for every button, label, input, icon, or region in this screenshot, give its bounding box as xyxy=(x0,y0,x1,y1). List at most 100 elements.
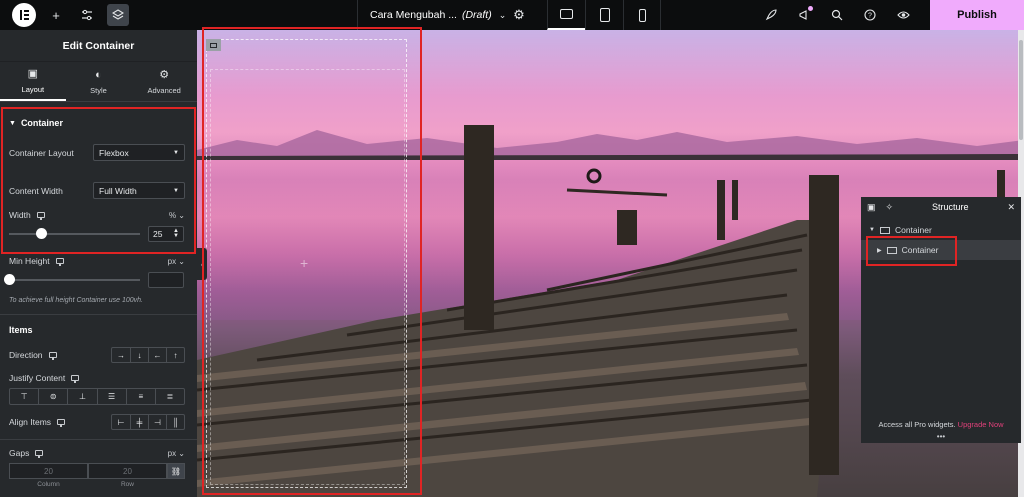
tablet-icon xyxy=(599,8,610,22)
justify-space-evenly-icon[interactable]: ≣ xyxy=(154,389,184,404)
align-items-label: Align Items xyxy=(9,417,52,427)
help-icon[interactable]: ? xyxy=(859,4,881,26)
pro-widgets-text: Access all Pro widgets. xyxy=(878,420,956,429)
page-settings-gear-icon[interactable]: ⚙ xyxy=(508,4,530,26)
structure-header: ▣ ✧ Structure ✕ xyxy=(861,197,1021,217)
items-section-title: Items xyxy=(9,325,33,335)
gap-column-input[interactable]: 20 xyxy=(9,463,88,479)
magic-sparkle-icon[interactable]: ✧ xyxy=(886,202,894,213)
highlight-box-structure-child xyxy=(866,236,957,266)
svg-text:?: ? xyxy=(868,13,872,20)
align-stretch-icon[interactable]: ║ xyxy=(166,415,184,429)
min-height-hint: To achieve full height Container use 100… xyxy=(9,297,143,304)
min-height-slider-thumb[interactable] xyxy=(4,274,15,285)
min-height-unit-select[interactable]: px ⌄ xyxy=(168,257,185,266)
justify-space-around-icon[interactable]: ≡ xyxy=(125,389,155,404)
publish-button[interactable]: Publish xyxy=(930,0,1024,30)
highlight-box-canvas-container xyxy=(202,27,422,495)
justify-center-icon[interactable]: ⊜ xyxy=(38,389,67,404)
desktop-responsive-icon[interactable] xyxy=(55,258,64,266)
justify-label-group: Justify Content xyxy=(9,373,80,383)
justify-start-icon[interactable]: ⊤ xyxy=(10,389,38,404)
min-height-number-input[interactable] xyxy=(148,272,184,288)
gaps-sub-labels: Column Row xyxy=(9,481,167,488)
panel-tabs: ▣ Layout ◐ Style ⚙ Advanced xyxy=(0,62,197,102)
tab-layout-label: Layout xyxy=(21,84,45,94)
elementor-logo-icon[interactable] xyxy=(12,3,36,27)
notifications-icon[interactable] xyxy=(793,4,815,26)
scrollbar-thumb[interactable] xyxy=(1019,40,1023,140)
justify-content-label: Justify Content xyxy=(9,373,66,383)
desktop-responsive-icon[interactable] xyxy=(35,450,44,458)
top-bar: + Cara Mengubah ... (Draft) ⌄ ⚙ ? Publis… xyxy=(0,0,1024,30)
structure-item-label: Container xyxy=(894,225,932,235)
justify-content-button-group: ⊤ ⊜ ⊥ ☰ ≡ ≣ xyxy=(9,388,185,405)
document-status: (Draft) xyxy=(461,9,492,21)
min-height-slider[interactable] xyxy=(4,274,140,285)
gaps-unit-select[interactable]: px ⌄ xyxy=(168,449,185,458)
direction-button-group: → ↓ ← ↑ xyxy=(111,347,185,363)
align-center-icon[interactable]: ╪ xyxy=(130,415,148,429)
right-toolbar: ? xyxy=(760,4,914,26)
mobile-view-button[interactable] xyxy=(623,0,661,30)
align-items-button-group: ⊢ ╪ ⊣ ║ xyxy=(111,414,185,430)
rocket-icon[interactable] xyxy=(760,4,782,26)
gaps-label-group: Gaps xyxy=(9,448,44,458)
search-icon[interactable] xyxy=(826,4,848,26)
tablet-view-button[interactable] xyxy=(585,0,623,30)
gap-row-label: Row xyxy=(120,481,134,488)
align-end-icon[interactable]: ⊣ xyxy=(148,415,166,429)
desktop-icon xyxy=(560,9,573,19)
caret-down-icon[interactable]: ▼ xyxy=(869,227,875,233)
direction-row-reverse-icon[interactable]: ← xyxy=(148,348,166,362)
divider xyxy=(0,439,197,440)
document-name: Cara Mengubah ... xyxy=(370,9,457,21)
structure-footer: Access all Pro widgets. Upgrade Now xyxy=(861,420,1021,429)
chevron-down-icon: ⌄ xyxy=(498,9,507,20)
justify-space-between-icon[interactable]: ☰ xyxy=(96,389,126,404)
panel-title: Edit Container xyxy=(0,30,197,62)
align-start-icon[interactable]: ⊢ xyxy=(112,415,130,429)
tab-advanced[interactable]: ⚙ Advanced xyxy=(131,62,197,101)
direction-label-group: Direction xyxy=(9,350,57,360)
link-values-icon[interactable]: ⛓ xyxy=(167,463,185,479)
style-icon: ◐ xyxy=(95,68,102,81)
tab-style-label: Style xyxy=(90,85,107,95)
min-height-label: Min Height xyxy=(9,256,50,266)
desktop-view-button[interactable] xyxy=(547,0,585,30)
gaps-label: Gaps xyxy=(9,448,30,458)
direction-column-icon[interactable]: ↓ xyxy=(130,348,148,362)
mobile-icon xyxy=(638,8,646,22)
gaps-inputs: 20 20 ⛓ xyxy=(9,463,185,479)
desktop-responsive-icon[interactable] xyxy=(48,352,57,360)
justify-end-icon[interactable]: ⊥ xyxy=(67,389,96,404)
tab-style[interactable]: ◐ Style xyxy=(66,62,132,101)
upgrade-now-link[interactable]: Upgrade Now xyxy=(958,420,1004,429)
desktop-responsive-icon[interactable] xyxy=(71,375,80,383)
more-dots[interactable]: ••• xyxy=(861,432,1021,441)
desktop-responsive-icon[interactable] xyxy=(57,419,66,427)
edit-panel: Edit Container ▣ Layout ◐ Style ⚙ Advanc… xyxy=(0,30,197,497)
layout-icon: ▣ xyxy=(27,67,39,80)
structure-panel: ▣ ✧ Structure ✕ ▼ Container ▶ Container … xyxy=(861,197,1021,443)
min-height-label-group: Min Height xyxy=(9,256,64,266)
container-icon xyxy=(879,226,890,234)
highlight-box-container-settings xyxy=(1,107,196,254)
notification-dot xyxy=(808,6,813,11)
gear-icon: ⚙ xyxy=(159,68,170,81)
align-items-label-group: Align Items xyxy=(9,417,66,427)
structure-title: Structure xyxy=(932,202,969,212)
site-settings-sliders-icon[interactable] xyxy=(76,4,98,26)
dock-panel-icon[interactable]: ▣ xyxy=(867,202,876,213)
direction-label: Direction xyxy=(9,350,43,360)
add-element-icon[interactable]: + xyxy=(45,4,67,26)
gap-column-label: Column xyxy=(37,481,60,488)
direction-column-reverse-icon[interactable]: ↑ xyxy=(166,348,184,362)
direction-row-icon[interactable]: → xyxy=(112,348,130,362)
close-icon[interactable]: ✕ xyxy=(1007,202,1015,213)
gap-row-input[interactable]: 20 xyxy=(88,463,167,479)
structure-layers-icon[interactable] xyxy=(107,4,129,26)
preview-eye-icon[interactable] xyxy=(892,4,914,26)
tab-advanced-label: Advanced xyxy=(147,85,181,95)
tab-layout[interactable]: ▣ Layout xyxy=(0,62,66,101)
